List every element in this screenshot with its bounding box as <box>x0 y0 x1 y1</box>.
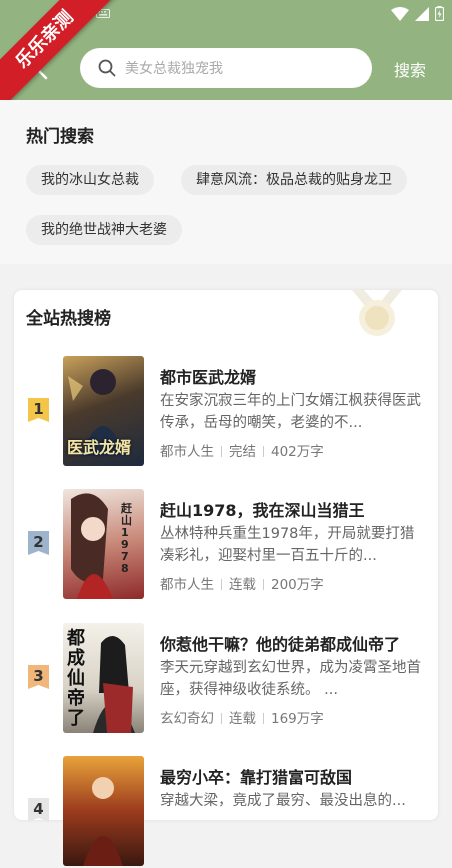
book-description: 穿越大梁，竟成了最穷、最没出息的... <box>160 793 406 809</box>
rank-badge: 2 <box>28 531 49 555</box>
book-word-count: 200万字 <box>271 577 324 593</box>
book-cover[interactable] <box>63 756 144 866</box>
book-status: 完结 <box>229 444 256 460</box>
book-item[interactable]: 2 赶山1978 赶山1978，我在深山当猎王 丛林特种兵重生1978年，开局就… <box>14 489 438 601</box>
medal-icon <box>352 290 402 336</box>
book-description: 李天元穿越到玄幻世界，成为凌霄圣地首座，获得神级收徒系统。 ... <box>160 660 421 698</box>
book-status: 连载 <box>229 711 256 727</box>
book-meta: 都市人生 连载 200万字 <box>160 573 324 593</box>
book-description: 在安家沉寂三年的上门女婿江枫获得医武传承，岳母的嘲笑，老婆的不... <box>160 393 421 431</box>
book-title: 都市医武龙婿 <box>160 368 257 387</box>
hot-search-tag[interactable]: 我的冰山女总裁 <box>26 165 154 195</box>
rank-badge: 4 <box>28 798 49 822</box>
book-item[interactable]: 1 医武龙婿 都市医武龙婿 在安家沉寂三年的上门女婿江枫获得医武传承，岳母的嘲笑… <box>14 356 438 468</box>
search-button[interactable]: 搜索 <box>394 57 426 81</box>
book-category: 玄幻奇幻 <box>160 711 214 727</box>
book-title: 你惹他干嘛？他的徒弟都成仙帝了 <box>160 635 401 654</box>
battery-icon <box>435 6 444 21</box>
book-title: 最穷小卒：靠打猎富可敌国 <box>160 768 353 787</box>
search-input[interactable]: 美女总裁独宠我 <box>80 48 372 88</box>
book-word-count: 402万字 <box>271 444 324 460</box>
wifi-icon <box>391 6 409 21</box>
book-item[interactable]: 3 都成仙帝了 你惹他干嘛？他的徒弟都成仙帝了 李天元穿越到玄幻世界，成为凌霄圣… <box>14 623 438 735</box>
book-category: 都市人生 <box>160 577 214 593</box>
rank-badge: 1 <box>28 398 49 422</box>
hot-search-section: 热门搜索 我的冰山女总裁 肆意风流：极品总裁的贴身龙卫 我的绝世战神大老婆 <box>0 100 452 264</box>
book-meta: 玄幻奇幻 连载 169万字 <box>160 707 324 727</box>
book-word-count: 169万字 <box>271 711 324 727</box>
book-cover[interactable]: 医武龙婿 <box>63 356 144 466</box>
book-description: 丛林特种兵重生1978年，开局就要打猎凑彩礼，迎娶村里一百五十斤的... <box>160 526 415 564</box>
hot-search-title: 热门搜索 <box>26 127 94 147</box>
status-icons <box>391 6 444 21</box>
search-icon <box>98 59 116 77</box>
book-meta: 都市人生 完结 402万字 <box>160 440 324 460</box>
hot-search-tag[interactable]: 肆意风流：极品总裁的贴身龙卫 <box>181 165 407 195</box>
hot-ranking-card: 全站热搜榜 1 医武龙婿 都市医武龙婿 在安家沉寂三年的上门女婿江枫获得医武传承… <box>14 290 438 866</box>
ranking-title: 全站热搜榜 <box>26 309 111 329</box>
book-title: 赶山1978，我在深山当猎王 <box>160 501 365 520</box>
signal-icon <box>415 6 429 21</box>
book-cover[interactable]: 赶山1978 <box>63 489 144 599</box>
book-cover[interactable]: 都成仙帝了 <box>63 623 144 733</box>
book-category: 都市人生 <box>160 444 214 460</box>
search-placeholder: 美女总裁独宠我 <box>125 61 223 77</box>
rank-badge: 3 <box>28 665 49 689</box>
hot-search-tag[interactable]: 我的绝世战神大老婆 <box>26 215 182 245</box>
book-item[interactable]: 4 最穷小卒：靠打猎富可敌国 穿越大梁，竟成了最穷、最没出息的... <box>14 756 438 868</box>
book-status: 连载 <box>229 577 256 593</box>
